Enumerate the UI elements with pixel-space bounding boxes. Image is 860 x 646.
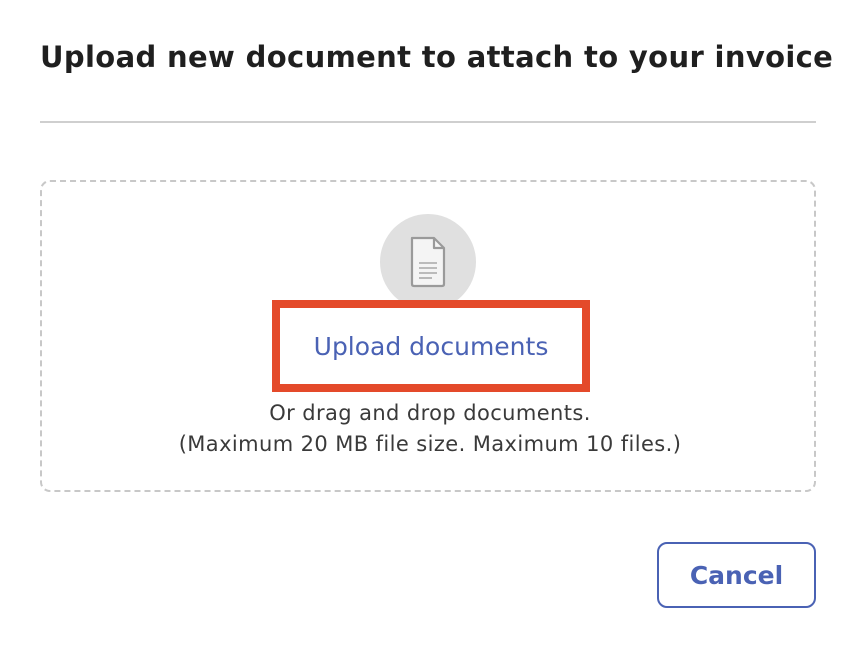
upload-dialog: Upload new document to attach to your in… [0,0,860,646]
document-icon-circle [380,214,476,310]
title-divider [40,121,816,123]
upload-documents-link[interactable]: Upload documents [272,300,590,392]
file-limits-text: (Maximum 20 MB file size. Maximum 10 fil… [178,432,682,456]
document-icon [410,236,446,288]
file-dropzone[interactable]: Upload documents Or drag and drop docume… [40,180,816,492]
dialog-title: Upload new document to attach to your in… [40,40,834,74]
cancel-button[interactable]: Cancel [657,542,816,608]
drag-drop-text: Or drag and drop documents. [269,401,591,425]
